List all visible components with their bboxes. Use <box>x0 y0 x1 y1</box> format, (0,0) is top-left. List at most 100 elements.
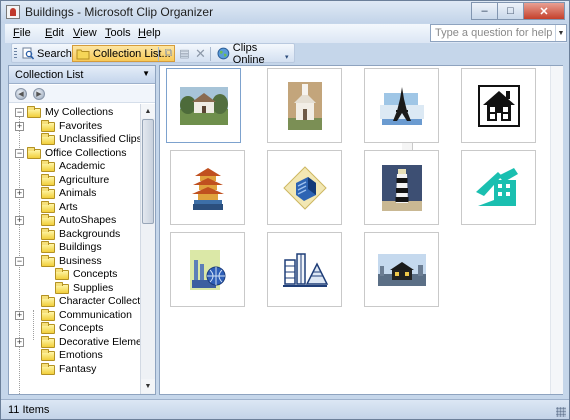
tree-item[interactable]: − My Collections <box>9 106 140 119</box>
clip-tile[interactable] <box>166 68 241 143</box>
folder-icon <box>41 362 55 375</box>
house-silhouette-clip <box>477 84 520 127</box>
toolbar-options-chevron-icon[interactable]: ▾ <box>285 53 293 63</box>
collection-tree-scrollbar[interactable]: ▲ ▼ <box>140 104 155 394</box>
clip-gallery-scrollbar[interactable] <box>550 66 563 394</box>
folder-icon <box>41 335 55 348</box>
clip-tile[interactable] <box>461 150 536 225</box>
back-arrow-icon[interactable]: ◀ <box>15 88 27 100</box>
tree-item-label: Favorites <box>59 119 103 132</box>
title-bar[interactable]: Buildings - Microsoft Clip Organizer – □… <box>1 1 569 23</box>
tree-item[interactable]: Backgrounds <box>9 227 140 241</box>
tree-item[interactable]: Unclassified Clips <box>9 133 140 146</box>
tree-item[interactable]: Arts <box>9 200 140 214</box>
tree-item[interactable]: + Favorites <box>9 119 140 133</box>
tree-item[interactable]: Buildings <box>9 241 140 254</box>
menu-edit-label: dit <box>52 27 64 39</box>
expand-plus-icon[interactable]: + <box>15 189 24 198</box>
menu-tools[interactable]: Tools <box>105 27 131 39</box>
tree-item[interactable]: Character Collection <box>9 295 140 308</box>
pane-menu-arrow-icon[interactable]: ▼ <box>142 69 150 78</box>
menu-edit[interactable]: Edit <box>45 27 64 39</box>
forward-arrow-icon[interactable]: ▶ <box>33 88 45 100</box>
tree-item[interactable]: + Decorative Elements <box>9 335 140 349</box>
item-count: 11 Items <box>8 404 50 416</box>
clip-tile[interactable] <box>364 232 439 307</box>
tree-item[interactable]: Emotions <box>9 349 140 362</box>
city-skyline-clip <box>282 252 328 287</box>
delete-icon[interactable]: ✕ <box>194 46 207 61</box>
clip-tile[interactable] <box>267 150 342 225</box>
collection-list-title: Collection List <box>15 69 84 81</box>
tree-item-label: Animals <box>59 187 97 199</box>
teal-building-clip <box>475 167 518 206</box>
collection-tree: − My Collections + Favorites Unclassified Cl… <box>9 104 140 394</box>
scroll-down-arrow-icon[interactable]: ▼ <box>141 379 155 393</box>
collapse-minus-icon[interactable]: − <box>15 256 24 266</box>
clip-tile[interactable] <box>364 150 439 225</box>
folder-icon <box>41 160 55 172</box>
expand-plus-icon[interactable]: + <box>15 310 24 320</box>
tree-item-label: Agriculture <box>59 173 110 186</box>
country-house-clip <box>179 86 228 125</box>
menu-tools-label: ools <box>110 27 131 39</box>
office-building-clip <box>282 165 327 210</box>
folder-icon <box>41 241 55 253</box>
scroll-thumb[interactable] <box>142 119 154 224</box>
tree-item-label: Supplies <box>73 281 114 294</box>
folder-icon <box>41 349 55 361</box>
tree-item-label: Buildings <box>59 241 102 253</box>
tree-item[interactable]: + Communication <box>9 308 140 322</box>
tree-item[interactable]: Concepts <box>9 322 140 335</box>
folder-icon <box>41 214 55 226</box>
menu-view[interactable]: View <box>73 27 97 39</box>
tree-item[interactable]: Academic <box>9 160 140 173</box>
menu-help[interactable]: Help <box>138 27 161 39</box>
clip-tile[interactable] <box>267 68 342 143</box>
scroll-up-arrow-icon[interactable]: ▲ <box>141 104 155 118</box>
eiffel-tower-clip <box>379 86 424 125</box>
copy-icon[interactable]: ⧉ <box>162 47 175 60</box>
toolbar-grip[interactable] <box>14 48 17 60</box>
expand-plus-icon[interactable]: + <box>15 337 24 347</box>
folder-icon <box>41 133 55 145</box>
clip-tile[interactable] <box>170 150 245 225</box>
menu-file[interactable]: File <box>13 27 31 39</box>
folder-icon <box>41 187 55 199</box>
expand-plus-icon[interactable]: + <box>15 121 24 131</box>
collection-list-button[interactable]: Collection List... <box>72 45 175 62</box>
folder-icon <box>55 281 69 294</box>
minimize-button[interactable]: – <box>471 2 497 20</box>
close-button[interactable]: ✕ <box>523 2 565 20</box>
tree-item-label: Backgrounds <box>59 227 121 240</box>
folder-icon <box>41 173 55 186</box>
clip-tile[interactable] <box>461 68 536 143</box>
night-house-clip <box>377 253 426 286</box>
tree-item[interactable]: Supplies <box>9 281 140 295</box>
clip-tile[interactable] <box>364 68 439 143</box>
paste-icon[interactable]: ▤ <box>178 47 191 60</box>
toolbar-separator <box>210 47 211 61</box>
help-dropdown-arrow-icon[interactable]: ▼ <box>555 25 566 41</box>
collapse-minus-icon[interactable]: − <box>15 148 24 158</box>
clip-tile[interactable] <box>170 232 245 307</box>
help-question-box[interactable]: Type a question for help ▼ <box>430 24 567 42</box>
tree-item[interactable]: Concepts <box>9 268 140 281</box>
menu-file-accel: F <box>13 27 20 39</box>
tree-item[interactable]: Fantasy <box>9 362 140 376</box>
tree-item[interactable]: − Business <box>9 254 140 268</box>
maximize-button[interactable]: □ <box>497 2 523 20</box>
tree-item[interactable]: + AutoShapes <box>9 214 140 227</box>
resize-grip-icon[interactable] <box>556 407 566 417</box>
clips-online-button[interactable]: Clips Online <box>214 42 294 66</box>
folder-icon <box>41 200 55 213</box>
clip-tile[interactable] <box>267 232 342 307</box>
clip-organizer-app-icon[interactable] <box>6 5 20 19</box>
folder-icon <box>41 119 55 132</box>
collapse-minus-icon[interactable]: − <box>15 108 24 117</box>
expand-plus-icon[interactable]: + <box>15 216 24 225</box>
tree-item[interactable]: + Animals <box>9 187 140 200</box>
folder-icon <box>27 106 41 118</box>
tree-item[interactable]: − Office Collections <box>9 146 140 160</box>
tree-item[interactable]: Agriculture <box>9 173 140 187</box>
